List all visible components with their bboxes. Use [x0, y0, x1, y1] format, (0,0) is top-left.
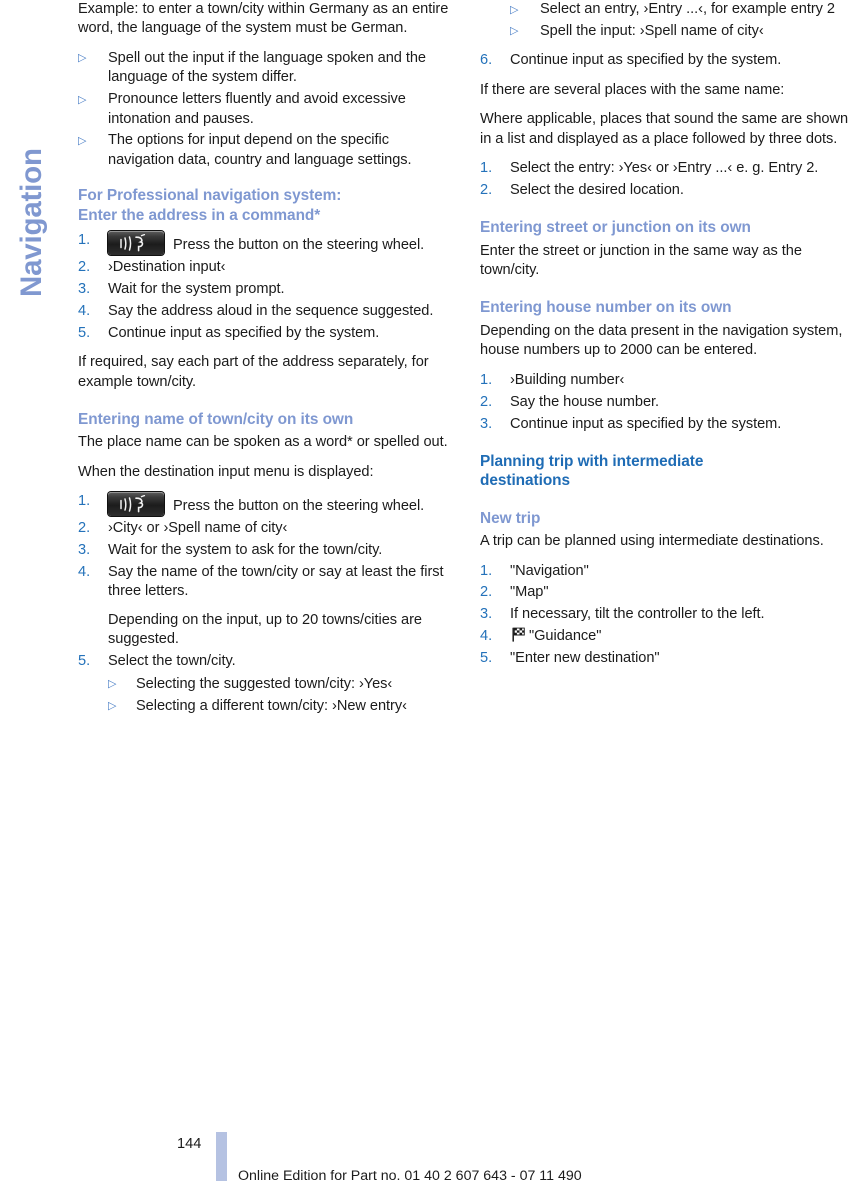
list-item: Continue input as specified by the syste… — [78, 324, 380, 344]
procedure-entering-town: Press the button on the steering wheel. … — [78, 492, 457, 717]
street-para: Enter the street or junction in the same… — [480, 242, 802, 279]
new-trip-para: A trip can be planned using intermediate… — [480, 533, 824, 550]
list-item: Wait for the system to ask for the town/… — [78, 541, 383, 561]
list-item: Selecting the suggested town/city: ›Yes‹ — [108, 674, 457, 694]
intro-note: Example: to enter a town/city within Ger… — [78, 1, 449, 37]
heading-entering-street: Entering street or junction on its own — [480, 219, 751, 237]
left-column: Example: to enter a town/city within Ger… — [78, 0, 457, 726]
page-number: 144 — [177, 1136, 202, 1152]
heading-new-trip: New trip — [480, 509, 541, 527]
list-item: "Map" — [480, 583, 549, 603]
page-footer: 144 Online Edition for Part no. 01 40 2 … — [0, 1105, 859, 1184]
list-item: ›City‹ or ›Spell name of city‹ — [78, 519, 288, 539]
heading-planning-trip: Planning trip with intermediate destinat… — [480, 452, 859, 491]
intro-bullet-list: Spell out the input if the language spok… — [78, 48, 457, 170]
town-para-1: The place name can be spoken as a word* … — [78, 434, 448, 451]
procedure-house-number: ›Building number‹ Say the house number. … — [480, 371, 859, 435]
heading-command-entry: For Professional navigation system: Ente… — [78, 186, 457, 225]
list-item: Spell the input: ›Spell name of city‹ — [510, 21, 859, 41]
step-text: "Guidance" — [529, 628, 602, 645]
list-item: Press the button on the steering wheel. — [78, 492, 457, 517]
list-item: Continue input as specified by the syste… — [480, 51, 782, 71]
continued-bullet-list: Select an entry, ›Entry ...‹, for exampl… — [510, 0, 859, 42]
list-item: Select the entry: ›Yes‹ or ›Entry ...‹ e… — [480, 159, 819, 179]
list-item: Select the town/city. Selecting the sugg… — [78, 652, 457, 716]
step-text: Select the town/city. — [108, 653, 236, 670]
list-item: ›Building number‹ — [480, 371, 625, 391]
heading-entering-town: Entering name of town/city on its own — [78, 410, 354, 428]
list-item: Say the address aloud in the sequence su… — [78, 302, 434, 322]
list-item: Select the desired location. — [480, 181, 684, 201]
checkered-flag-icon — [510, 627, 525, 642]
command-after-note: If required, say each part of the addres… — [78, 354, 429, 390]
list-item: Selecting a different town/city: ›New en… — [108, 696, 457, 716]
procedure-same-name: Select the entry: ›Yes‹ or ›Entry ...‹ e… — [480, 159, 859, 201]
voice-control-button-icon[interactable] — [108, 231, 164, 256]
town-para-2: When the destination input menu is displ… — [78, 463, 374, 480]
same-name-lead: If there are several places with the sam… — [480, 81, 785, 98]
same-name-para: Where applicable, places that sound the … — [480, 111, 849, 147]
voice-control-button-icon[interactable] — [108, 492, 164, 517]
list-item: Wait for the system prompt. — [78, 280, 285, 300]
heading-line-1: Planning trip with intermediate — [480, 452, 704, 470]
heading-entering-house-number: Entering house number on its own — [480, 299, 732, 317]
heading-line-2: Enter the address in a command* — [78, 206, 321, 224]
procedure-continued: Continue input as specified by the syste… — [480, 51, 859, 71]
list-item: "Guidance" — [480, 627, 859, 647]
step-text: Say the name of the town/city or say at … — [108, 563, 444, 600]
page-body: Example: to enter a town/city within Ger… — [0, 0, 859, 1105]
list-item: Pronounce letters fluently and avoid exc… — [78, 90, 457, 129]
procedure-command-entry: Press the button on the steering wheel. … — [78, 231, 457, 344]
list-item: The options for input depend on the spec… — [78, 131, 457, 170]
step-text: Press the button on the steering wheel. — [173, 237, 425, 254]
footer-imprint: Online Edition for Part no. 01 40 2 607 … — [238, 1168, 582, 1184]
step-note: Depending on the input, up to 20 towns/c… — [108, 611, 422, 648]
procedure-new-trip: "Navigation" "Map" If necessary, tilt th… — [480, 562, 859, 669]
list-item: Say the name of the town/city or say at … — [78, 563, 457, 650]
list-item: Say the house number. — [480, 393, 660, 413]
list-item: Spell out the input if the language spok… — [78, 48, 457, 88]
list-item: Continue input as specified by the syste… — [480, 415, 782, 435]
list-item: ›Destination input‹ — [78, 258, 226, 278]
list-item: Select an entry, ›Entry ...‹, for exampl… — [510, 0, 859, 20]
house-number-para: Depending on the data present in the nav… — [480, 322, 843, 359]
right-column: Select an entry, ›Entry ...‹, for exampl… — [480, 0, 859, 679]
list-item: If necessary, tilt the controller to the… — [480, 605, 765, 625]
list-item: Press the button on the steering wheel. — [78, 231, 457, 256]
heading-line-2: destinations — [480, 472, 571, 490]
step-text: Press the button on the steering wheel. — [173, 498, 425, 515]
list-item: "Enter new destination" — [480, 649, 660, 669]
step-bullet-list: Selecting the suggested town/city: ›Yes‹… — [108, 674, 457, 716]
list-item: "Navigation" — [480, 562, 589, 582]
footer-accent-bar — [216, 1132, 227, 1181]
heading-line-1: For Professional navigation system: — [78, 187, 342, 205]
